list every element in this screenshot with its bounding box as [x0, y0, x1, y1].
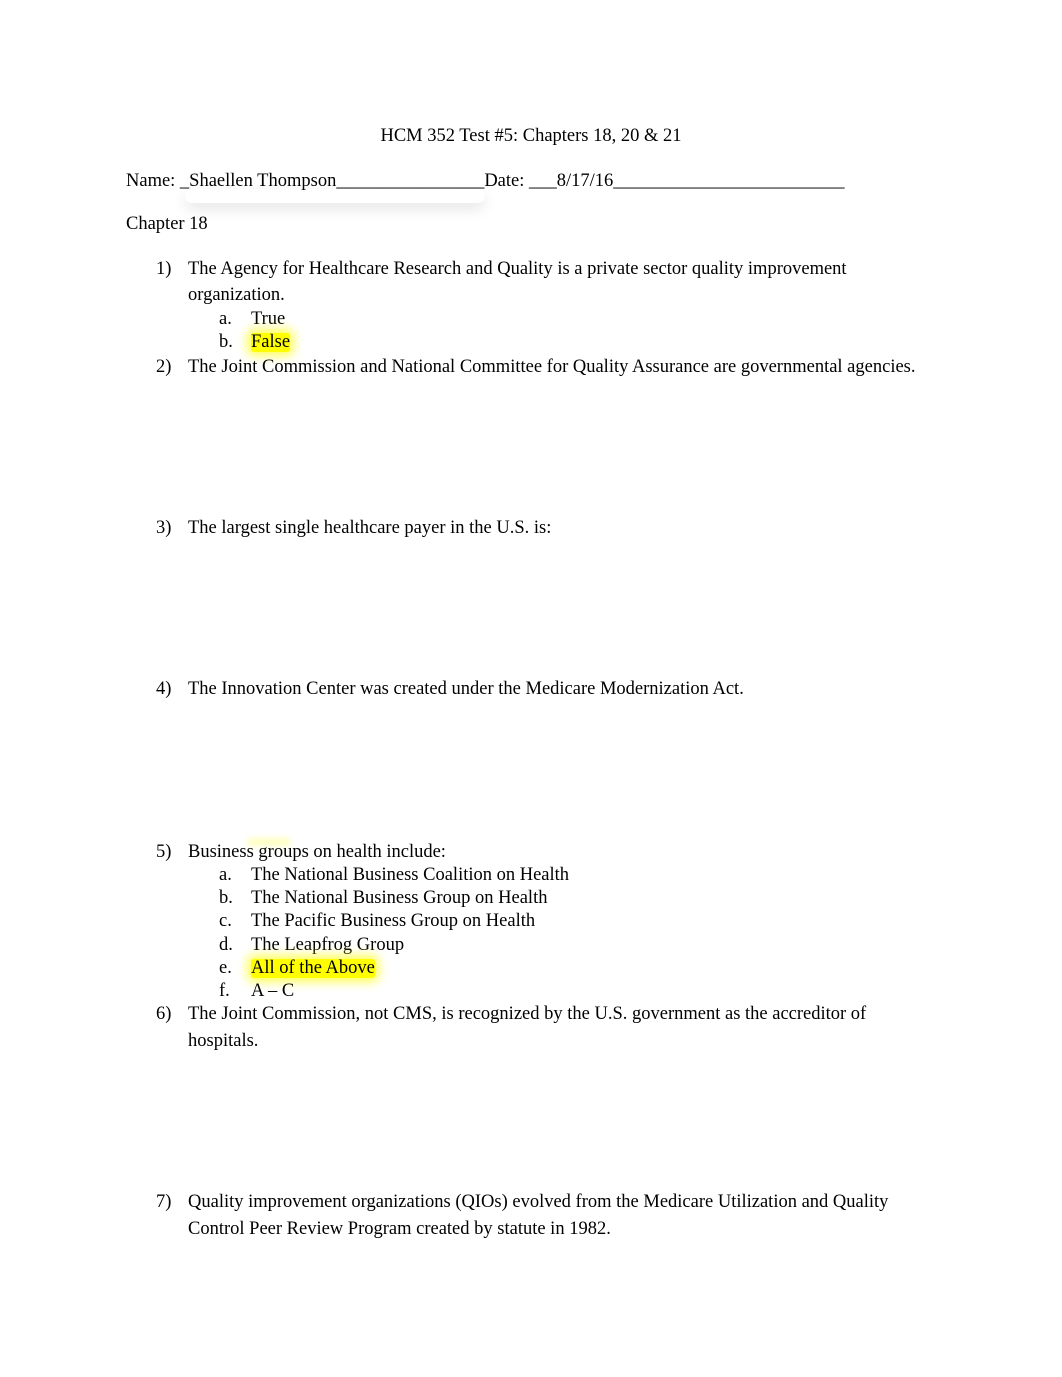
option-all-highlighted: All of the Above: [251, 958, 375, 978]
option-letter: d.: [219, 935, 233, 955]
option-text: The Pacific Business Group on Health: [251, 911, 536, 931]
question-text: The Innovation Center was created under …: [188, 679, 744, 699]
option-text: The Leapfrog Group: [251, 935, 405, 955]
option-true: True: [251, 309, 286, 329]
question-text: Business groups on health include:: [188, 842, 446, 862]
decorative-shadow: [185, 189, 485, 203]
question-number: 2): [156, 357, 172, 377]
question-text: The Agency for Healthcare Research and Q…: [188, 259, 847, 279]
question-text: The Joint Commission, not CMS, is recogn…: [188, 1004, 867, 1024]
question-text: Quality improvement organizations (QIOs)…: [188, 1192, 889, 1212]
question-text-continued: Control Peer Review Program created by s…: [188, 1219, 611, 1239]
section-heading: Chapter 18: [126, 214, 208, 234]
option-letter: c.: [219, 911, 232, 931]
document-title: HCM 352 Test #5: Chapters 18, 20 & 21: [380, 126, 682, 146]
option-letter: a.: [219, 865, 232, 885]
question-text-continued: hospitals.: [188, 1031, 259, 1051]
option-letter: b.: [219, 332, 233, 352]
question-number: 3): [156, 518, 172, 538]
question-text: The largest single healthcare payer in t…: [188, 518, 552, 538]
name-date-line: Name: _Shaellen Thompson________________…: [126, 171, 845, 191]
option-letter: e.: [219, 958, 232, 978]
option-letter: a.: [219, 309, 232, 329]
option-false-highlighted: False: [251, 332, 291, 352]
question-text-continued: organization.: [188, 285, 285, 305]
option-letter: b.: [219, 888, 233, 908]
question-number: 7): [156, 1192, 172, 1212]
question-number: 4): [156, 679, 172, 699]
option-text: The National Business Coalition on Healt…: [251, 865, 570, 885]
option-letter: f.: [219, 981, 230, 1001]
question-number: 1): [156, 259, 172, 279]
question-text: The Joint Commission and National Commit…: [188, 357, 916, 377]
question-number: 5): [156, 842, 172, 862]
question-number: 6): [156, 1004, 172, 1024]
option-text: A – C: [251, 981, 295, 1001]
option-text: The National Business Group on Health: [251, 888, 548, 908]
